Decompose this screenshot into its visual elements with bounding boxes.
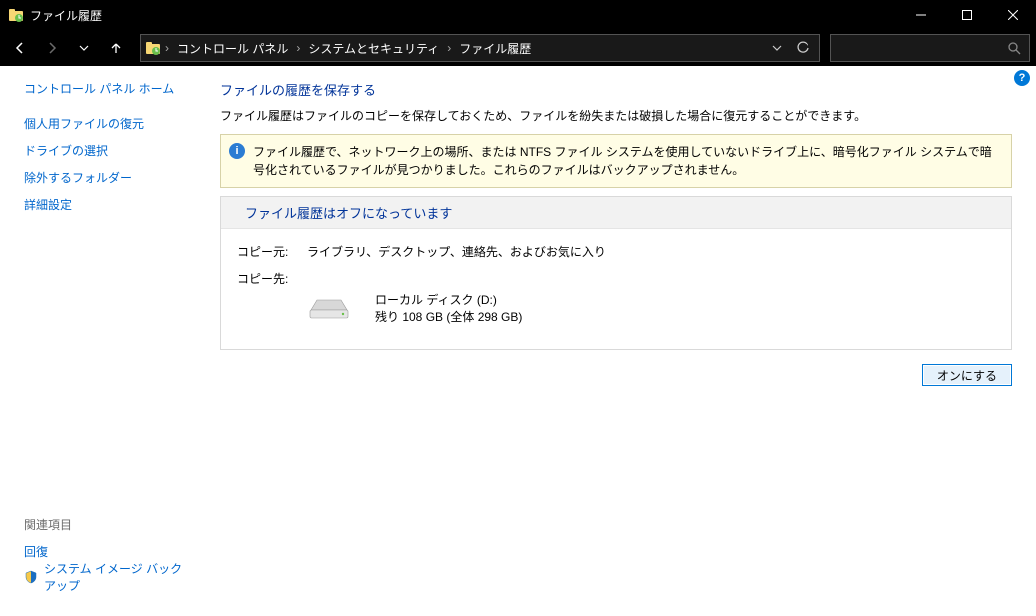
related-recovery-link[interactable]: 回復	[24, 545, 48, 559]
recent-locations-button[interactable]	[70, 34, 98, 62]
control-panel-home-link[interactable]: コントロール パネル ホーム	[24, 80, 188, 97]
main-panel: ファイルの履歴を保存する ファイル履歴はファイルのコピーを保存しておくため、ファ…	[200, 66, 1036, 616]
related-items-header: 関連項目	[24, 516, 188, 533]
breadcrumb-separator[interactable]: ›	[294, 41, 302, 55]
forward-button[interactable]	[38, 34, 66, 62]
titlebar: ファイル履歴	[0, 0, 1036, 30]
info-icon: i	[229, 143, 245, 159]
status-header: ファイル履歴はオフになっています	[221, 197, 1011, 229]
destination-space: 残り 108 GB (全体 298 GB)	[375, 308, 522, 325]
breadcrumb-root[interactable]: コントロール パネル	[173, 40, 292, 57]
copy-from-label: コピー元:	[237, 243, 307, 260]
related-system-image-label: システム イメージ バックアップ	[44, 560, 188, 594]
breadcrumb-page[interactable]: ファイル履歴	[455, 40, 535, 57]
content-area: ? コントロール パネル ホーム 個人用ファイルの復元 ドライブの選択 除外する…	[0, 66, 1036, 616]
search-box[interactable]	[830, 34, 1030, 62]
page-description: ファイル履歴はファイルのコピーを保存しておくため、ファイルを紛失または破損した場…	[220, 107, 1012, 124]
sidebar-exclude-folders-link[interactable]: 除外するフォルダー	[24, 169, 188, 186]
info-notice: i ファイル履歴で、ネットワーク上の場所、または NTFS ファイル システムを…	[220, 134, 1012, 188]
related-system-image-backup-link[interactable]: システム イメージ バックアップ	[24, 560, 188, 594]
breadcrumb-separator[interactable]: ›	[445, 41, 453, 55]
page-heading: ファイルの履歴を保存する	[220, 80, 1012, 99]
shield-icon	[24, 570, 38, 584]
copy-from-value: ライブラリ、デスクトップ、連絡先、およびお気に入り	[307, 243, 606, 260]
address-bar[interactable]: › コントロール パネル › システムとセキュリティ › ファイル履歴	[140, 34, 820, 62]
breadcrumb-separator[interactable]: ›	[163, 41, 171, 55]
turn-on-button[interactable]: オンにする	[922, 364, 1012, 386]
up-button[interactable]	[102, 34, 130, 62]
refresh-button[interactable]	[791, 41, 815, 55]
sidebar-select-drive-link[interactable]: ドライブの選択	[24, 142, 188, 159]
status-box: ファイル履歴はオフになっています コピー元: ライブラリ、デスクトップ、連絡先、…	[220, 196, 1012, 350]
file-history-window: ファイル履歴 › コントロール パネル › システムとセキュリティ › ファイル…	[0, 0, 1036, 616]
app-icon	[8, 7, 24, 23]
close-button[interactable]	[990, 0, 1036, 30]
address-icon	[145, 40, 161, 56]
navigation-bar: › コントロール パネル › システムとセキュリティ › ファイル履歴	[0, 30, 1036, 66]
sidebar: コントロール パネル ホーム 個人用ファイルの復元 ドライブの選択 除外するフォ…	[0, 66, 200, 616]
copy-to-label: コピー先:	[237, 270, 307, 287]
window-title: ファイル履歴	[30, 7, 102, 24]
sidebar-restore-link[interactable]: 個人用ファイルの復元	[24, 115, 188, 132]
destination-name: ローカル ディスク (D:)	[375, 291, 522, 308]
maximize-button[interactable]	[944, 0, 990, 30]
info-notice-text: ファイル履歴で、ネットワーク上の場所、または NTFS ファイル システムを使用…	[253, 145, 992, 177]
drive-icon	[307, 294, 351, 322]
sidebar-advanced-link[interactable]: 詳細設定	[24, 196, 188, 213]
back-button[interactable]	[6, 34, 34, 62]
minimize-button[interactable]	[898, 0, 944, 30]
breadcrumb-category[interactable]: システムとセキュリティ	[304, 40, 443, 57]
address-dropdown-button[interactable]	[765, 43, 789, 53]
search-icon	[1007, 41, 1021, 55]
